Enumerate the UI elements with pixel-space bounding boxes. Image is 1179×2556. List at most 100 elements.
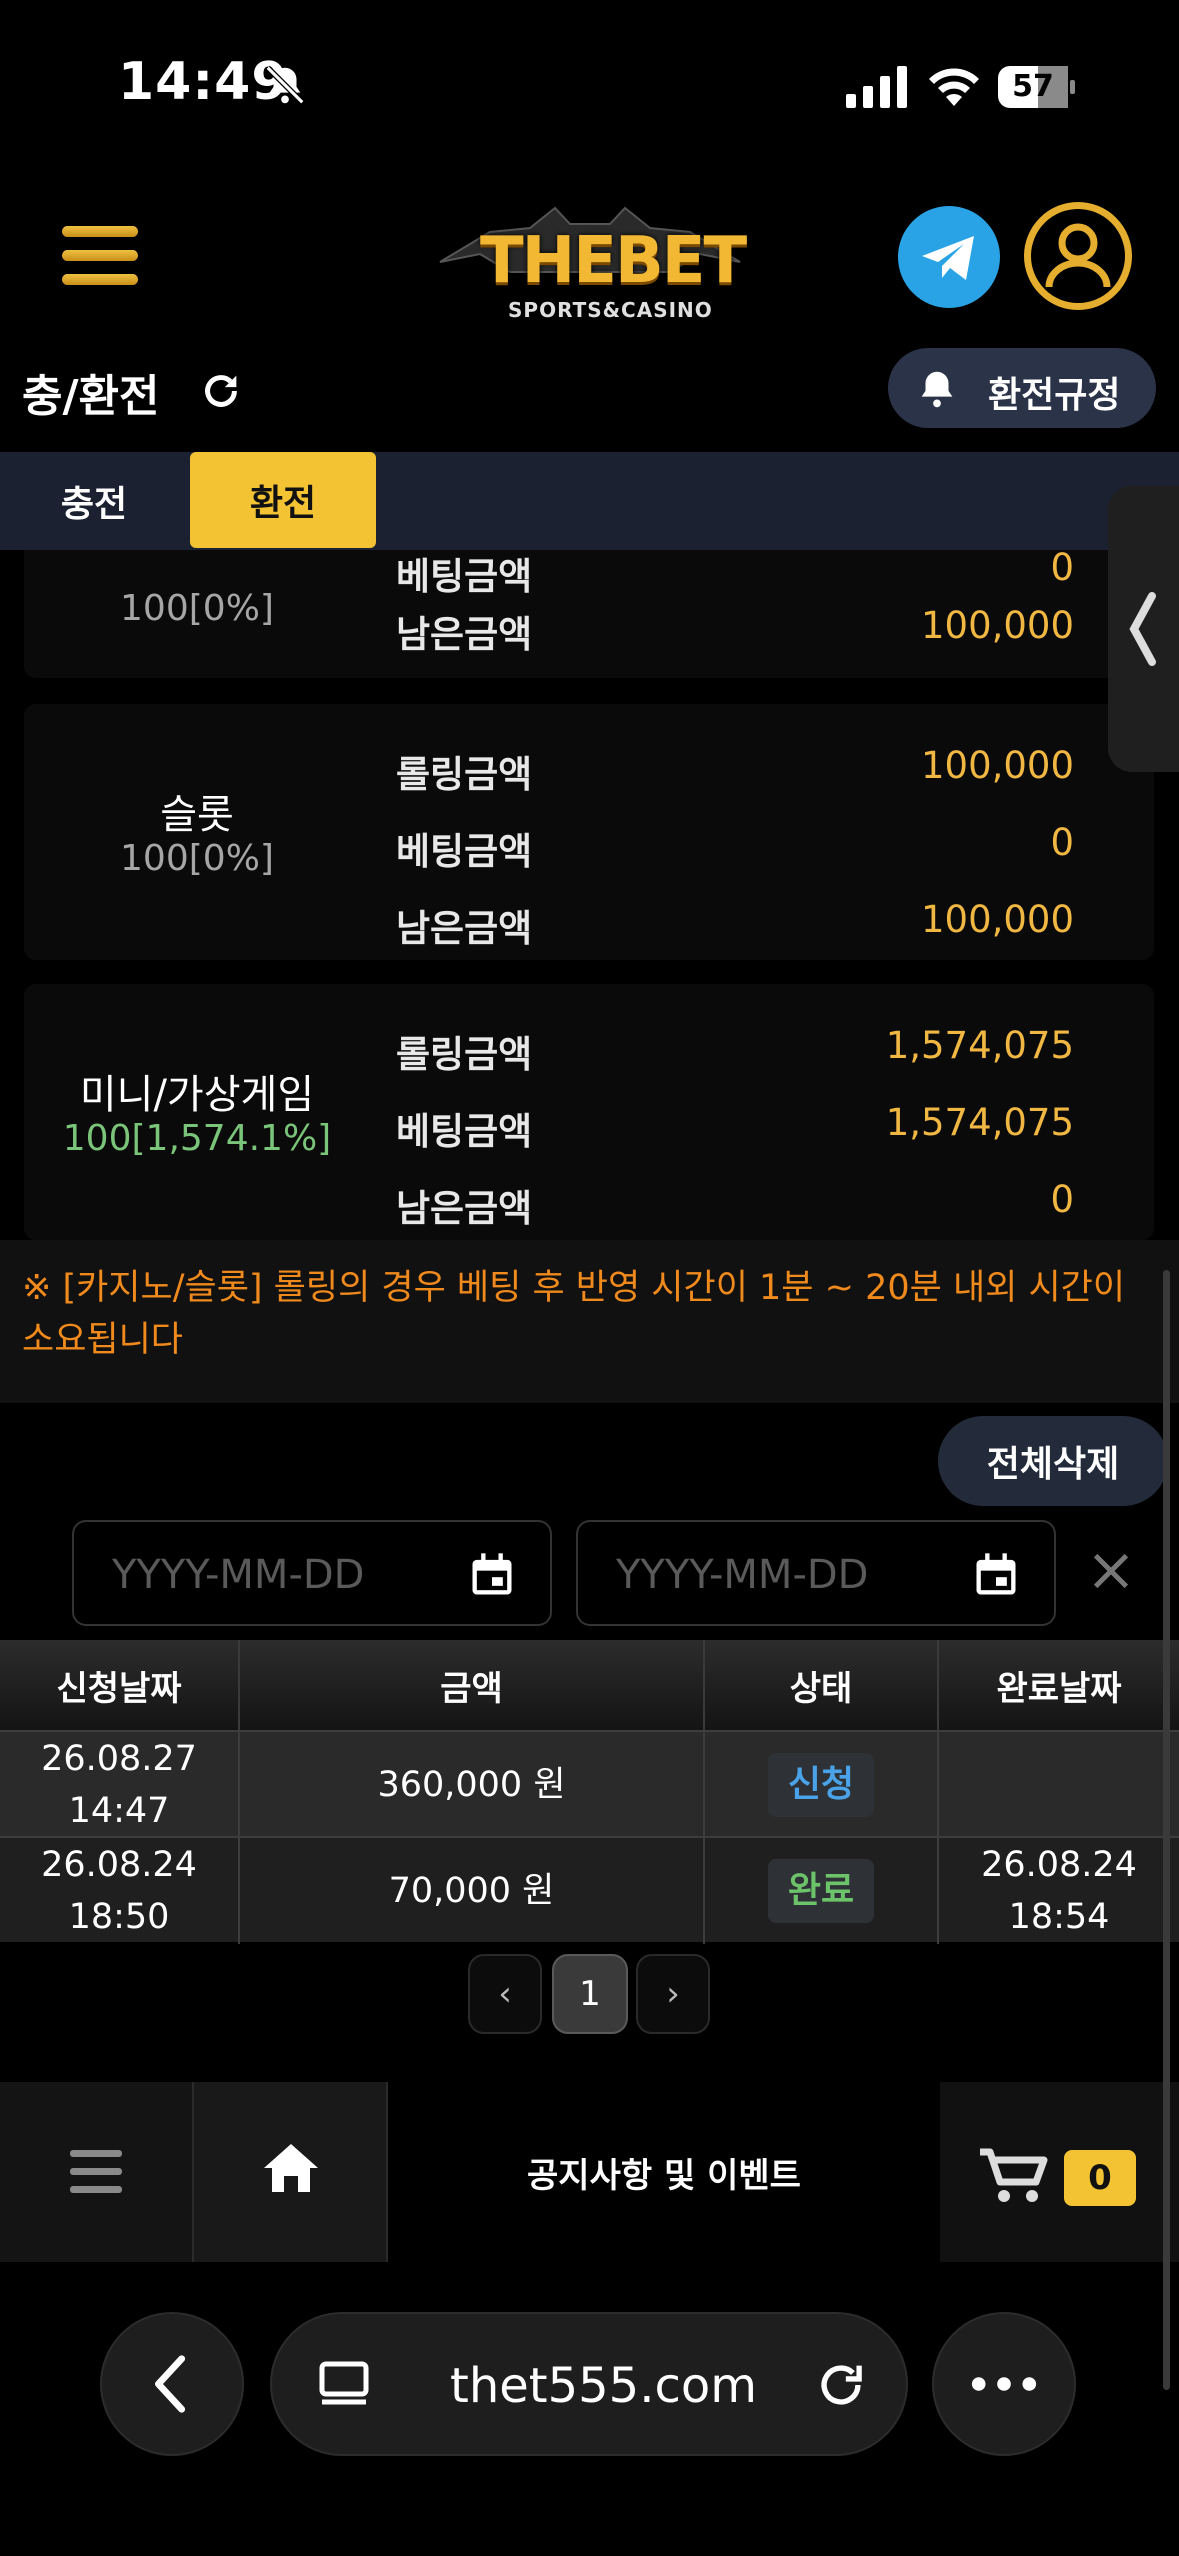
cell-request-date: 26.08.24 18:50	[0, 1838, 240, 1944]
chevron-left-icon	[154, 2355, 186, 2413]
col-done-date: 완료날짜	[996, 1668, 1122, 1709]
row-label: 남은금액	[396, 613, 533, 656]
status-bar: 14:49 57	[0, 0, 1179, 180]
refresh-icon[interactable]	[198, 368, 244, 414]
done-time: 18:54	[1008, 1897, 1110, 1937]
calendar-icon[interactable]	[466, 1548, 518, 1602]
scrollbar[interactable]	[1163, 1270, 1170, 2390]
status-badge: 신청	[767, 1753, 875, 1817]
home-icon	[264, 2144, 318, 2192]
cart-icon	[980, 2148, 1048, 2202]
row-label: 롤링금액	[396, 1033, 533, 1076]
reload-icon[interactable]	[812, 2356, 870, 2414]
col-status: 상태	[705, 1640, 939, 1730]
battery-icon: 57	[998, 66, 1076, 108]
nav-notice-events[interactable]: 공지사항 및 이벤트	[388, 2082, 940, 2262]
calendar-icon[interactable]	[970, 1548, 1022, 1602]
cell-done-date: 26.08.24 18:54	[939, 1838, 1179, 1944]
rolling-card-mini: 미니/가상게임 100[1,574.1%] 롤링금액 1,574,075 베팅금…	[24, 984, 1154, 1240]
more-dots-icon	[971, 2377, 1037, 2391]
end-date-input[interactable]	[616, 1548, 946, 1602]
nav-menu-button[interactable]	[0, 2082, 194, 2262]
logo-text: THEBET	[480, 224, 747, 298]
address-bar[interactable]: thet555.com	[270, 2312, 908, 2456]
bell-icon	[921, 371, 953, 408]
delete-all-button[interactable]: 전체삭제	[938, 1416, 1168, 1506]
site-header: THEBET SPORTS&CASINO	[0, 180, 1179, 340]
request-date: 26.08.24	[41, 1845, 197, 1885]
pagination-page[interactable]: 1	[552, 1954, 628, 2034]
cell-status: 신청	[705, 1732, 939, 1838]
user-icon	[1045, 223, 1111, 288]
pagination-prev[interactable]: ‹	[468, 1954, 542, 2034]
menu-bar	[62, 250, 138, 261]
browser-more-button[interactable]	[932, 2312, 1076, 2456]
col-amount: 금액	[240, 1640, 705, 1730]
clear-date-icon[interactable]	[1088, 1548, 1134, 1594]
row-value: 0	[1050, 1178, 1074, 1221]
end-date-field	[576, 1520, 1056, 1626]
card-rate: 100[1,574.1%]	[62, 1118, 332, 1159]
page-title: 충/환전	[22, 371, 160, 422]
menu-bar	[62, 226, 138, 237]
table-header: 신청날짜 금액 상태 완료날짜	[0, 1640, 1179, 1730]
cell-done-date	[939, 1732, 1179, 1838]
telegram-icon	[922, 236, 974, 280]
request-time: 18:50	[68, 1897, 170, 1937]
profile-button[interactable]	[1024, 202, 1132, 310]
telegram-button[interactable]	[898, 206, 1000, 308]
cell-status: 완료	[705, 1838, 939, 1944]
cell-amount: 360,000 원	[240, 1732, 705, 1838]
row-label: 롤링금액	[396, 753, 533, 796]
tab-exchange[interactable]: 환전	[190, 452, 376, 548]
row-value: 1,574,075	[885, 1024, 1074, 1067]
row-label: 남은금액	[396, 907, 533, 950]
page-settings-icon[interactable]	[314, 2356, 374, 2416]
divider	[0, 1395, 1179, 1403]
wifi-icon	[929, 68, 979, 106]
row-value: 100,000	[920, 744, 1074, 787]
card-rate: 100[0%]	[120, 838, 274, 879]
table-row[interactable]: 26.08.27 14:47 360,000 원 신청	[0, 1730, 1179, 1838]
url-text: thet555.com	[450, 2358, 757, 2414]
card-name: 미니/가상게임	[79, 1072, 315, 1118]
start-date-field	[72, 1520, 552, 1626]
status-badge: 완료	[767, 1859, 875, 1923]
bell-off-icon	[265, 65, 305, 105]
nav-cart-button[interactable]: 0	[940, 2082, 1179, 2262]
browser-toolbar: thet555.com	[0, 2262, 1179, 2556]
request-date: 26.08.27	[41, 1739, 197, 1779]
row-label: 베팅금액	[396, 1110, 533, 1153]
exchange-rules-label: 환전규정	[988, 375, 1121, 416]
signal-icon	[846, 66, 907, 108]
title-row: 충/환전 환전규정	[0, 340, 1179, 452]
row-value: 0	[1050, 550, 1074, 589]
request-time: 14:47	[68, 1791, 170, 1831]
rolling-card-casino: 100[0%] 베팅금액 0 남은금액 100,000	[24, 550, 1154, 678]
row-value: 100,000	[920, 898, 1074, 941]
site-logo[interactable]: THEBET SPORTS&CASINO	[430, 202, 750, 322]
browser-back-button[interactable]	[100, 2312, 244, 2456]
rolling-notice: ※ [카지노/슬롯] 롤링의 경우 베팅 후 반영 시간이 1분 ~ 20분 내…	[22, 1268, 1126, 1360]
side-panel-handle[interactable]	[1108, 486, 1179, 772]
start-date-input[interactable]	[112, 1548, 442, 1602]
cart-count-badge: 0	[1064, 2150, 1136, 2206]
cell-amount: 70,000 원	[240, 1838, 705, 1944]
exchange-rules-button[interactable]: 환전규정	[888, 348, 1156, 428]
menu-button[interactable]	[62, 226, 138, 286]
logo-subtext: SPORTS&CASINO	[508, 298, 713, 322]
rolling-card-slot: 슬롯 100[0%] 롤링금액 100,000 베팅금액 0 남은금액 100,…	[24, 704, 1154, 960]
menu-icon	[70, 2150, 122, 2193]
menu-bar	[62, 274, 138, 285]
row-value: 100,000	[920, 604, 1074, 647]
row-value: 0	[1050, 821, 1074, 864]
tab-charge[interactable]: 충전	[0, 452, 188, 550]
battery-level: 57	[1012, 69, 1054, 104]
nav-home-button[interactable]	[194, 2082, 388, 2262]
pagination-next[interactable]: ›	[636, 1954, 710, 2034]
card-name: 슬롯	[160, 792, 234, 838]
tab-bar: 충전 환전	[0, 452, 1179, 550]
table-row[interactable]: 26.08.24 18:50 70,000 원 완료 26.08.24 18:5…	[0, 1836, 1179, 1944]
card-rate: 100[0%]	[120, 588, 274, 629]
cell-request-date: 26.08.27 14:47	[0, 1732, 240, 1838]
